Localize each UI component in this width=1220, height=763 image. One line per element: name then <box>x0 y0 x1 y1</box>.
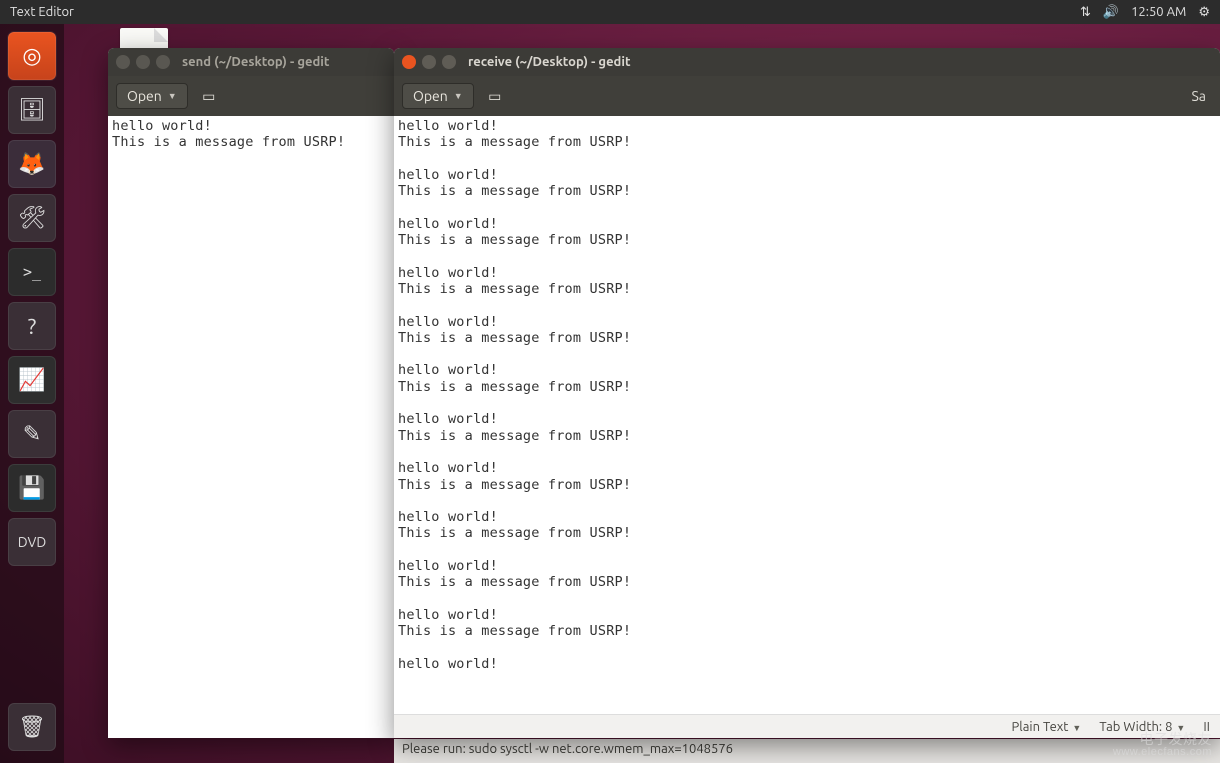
files-icon: 🗄 <box>18 97 46 123</box>
top-menubar: Text Editor ⇅ 🔊 12:50 AM ⚙ <box>0 0 1220 24</box>
editor-send[interactable]: hello world! This is a message from USRP… <box>108 116 394 738</box>
floppy-icon: 💾 <box>18 475 45 501</box>
maximize-icon[interactable] <box>442 55 456 69</box>
text-editor-icon: ✎ <box>23 421 41 447</box>
close-icon[interactable] <box>402 55 416 69</box>
toolbar-send: Open ▼ ▭ <box>108 76 394 116</box>
launcher-firefox[interactable]: 🦊 <box>8 140 56 188</box>
launcher-terminal[interactable]: >_ <box>8 248 56 296</box>
new-document-icon: ▭ <box>202 88 215 105</box>
save-button[interactable]: Sa <box>1185 84 1212 108</box>
minimize-icon[interactable] <box>136 55 150 69</box>
status-tab-width[interactable]: Tab Width: 8 ▼ <box>1099 720 1185 734</box>
dvd-icon: DVD <box>18 534 47 550</box>
window-title: receive (~/Desktop) - gedit <box>468 55 631 69</box>
open-label: Open <box>413 88 448 104</box>
terminal-icon: >_ <box>23 263 41 281</box>
launcher-dvd[interactable]: DVD <box>8 518 56 566</box>
status-language[interactable]: Plain Text▼ <box>1012 720 1082 734</box>
open-label: Open <box>127 88 162 104</box>
launcher-settings[interactable]: 🛠 <box>8 194 56 242</box>
app-title: Text Editor <box>10 5 74 19</box>
new-document-icon: ▭ <box>488 88 501 105</box>
launcher-ubuntu-dash[interactable]: ◎ <box>8 32 56 80</box>
firefox-icon: 🦊 <box>18 151 45 177</box>
window-title: send (~/Desktop) - gedit <box>182 55 329 69</box>
chevron-down-icon: ▼ <box>168 91 177 101</box>
minimize-icon[interactable] <box>422 55 436 69</box>
status-line-col: II <box>1203 720 1210 734</box>
open-button[interactable]: Open ▼ <box>116 83 188 109</box>
background-terminal-hint: Please run: sudo sysctl -w net.core.wmem… <box>394 739 1220 763</box>
network-icon[interactable]: ⇅ <box>1080 5 1091 20</box>
launcher-help[interactable]: ? <box>8 302 56 350</box>
status-language-label: Plain Text <box>1012 720 1069 734</box>
trash-icon: 🗑 <box>18 714 46 740</box>
system-monitor-icon: 📈 <box>18 367 45 393</box>
statusbar-receive: Plain Text▼ Tab Width: 8▼ II <box>394 714 1220 738</box>
window-send: send (~/Desktop) - gedit Open ▼ ▭ hello … <box>108 48 394 738</box>
open-button[interactable]: Open ▼ <box>402 83 474 109</box>
new-tab-button[interactable]: ▭ <box>484 85 506 107</box>
launcher-trash[interactable]: 🗑 <box>8 703 56 751</box>
launcher: ◎ 🗄 🦊 🛠 >_ ? 📈 ✎ 💾 DVD 🗑 <box>0 24 64 763</box>
titlebar-receive[interactable]: receive (~/Desktop) - gedit <box>394 48 1220 76</box>
volume-icon[interactable]: 🔊 <box>1103 5 1119 20</box>
status-tab-width-label: Tab Width: 8 <box>1099 720 1172 734</box>
window-receive: receive (~/Desktop) - gedit Open ▼ ▭ Sa … <box>394 48 1220 738</box>
maximize-icon[interactable] <box>156 55 170 69</box>
toolbar-receive: Open ▼ ▭ Sa <box>394 76 1220 116</box>
launcher-files[interactable]: 🗄 <box>8 86 56 134</box>
launcher-save[interactable]: 💾 <box>8 464 56 512</box>
editor-receive[interactable]: hello world! This is a message from USRP… <box>394 116 1220 714</box>
clock[interactable]: 12:50 AM <box>1131 5 1186 19</box>
launcher-text-editor[interactable]: ✎ <box>8 410 56 458</box>
settings-icon: 🛠 <box>18 205 46 231</box>
chevron-down-icon: ▼ <box>1176 723 1185 733</box>
gear-icon[interactable]: ⚙ <box>1198 5 1210 20</box>
titlebar-send[interactable]: send (~/Desktop) - gedit <box>108 48 394 76</box>
new-tab-button[interactable]: ▭ <box>198 85 220 107</box>
launcher-system-monitor[interactable]: 📈 <box>8 356 56 404</box>
help-icon: ? <box>28 314 37 339</box>
ubuntu-icon: ◎ <box>22 43 41 69</box>
close-icon[interactable] <box>116 55 130 69</box>
chevron-down-icon: ▼ <box>1072 723 1081 733</box>
chevron-down-icon: ▼ <box>454 91 463 101</box>
